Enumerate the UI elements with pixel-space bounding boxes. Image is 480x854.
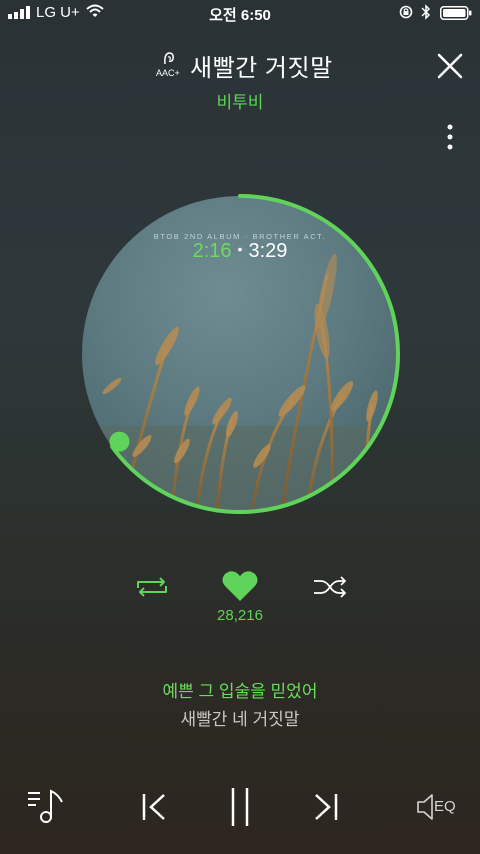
repeat-icon[interactable]: [134, 574, 170, 600]
progress-knob: [109, 431, 130, 452]
aac-label: AAC+: [156, 68, 180, 78]
artist-name[interactable]: 비투비: [0, 88, 480, 113]
lyric-next-line[interactable]: 새빨간 네 거짓말: [0, 705, 480, 730]
bluetooth-icon: [421, 4, 431, 20]
playlist-icon[interactable]: [26, 788, 66, 824]
status-bar: LG U+ 오전 6:50: [0, 0, 480, 26]
pause-icon[interactable]: [228, 786, 252, 828]
aac-icon: [164, 52, 174, 65]
next-icon[interactable]: [312, 792, 340, 822]
eq-label[interactable]: EQ: [434, 798, 456, 815]
previous-icon[interactable]: [140, 792, 168, 822]
like-count: 28,216: [217, 607, 263, 624]
aac-quality-badge: AAC+: [156, 50, 182, 80]
progress-arc: [110, 194, 400, 514]
lyric-current-line[interactable]: 예쁜 그 입술을 믿었어: [0, 677, 480, 702]
close-icon[interactable]: [436, 52, 464, 80]
shuffle-icon[interactable]: [312, 575, 348, 599]
battery-icon: [440, 6, 472, 20]
more-icon[interactable]: [441, 124, 459, 152]
progress-ring[interactable]: [80, 194, 400, 514]
heart-icon[interactable]: [222, 570, 258, 602]
song-title: 새빨간 거짓말: [190, 55, 333, 82]
orientation-lock-icon: [399, 5, 413, 19]
